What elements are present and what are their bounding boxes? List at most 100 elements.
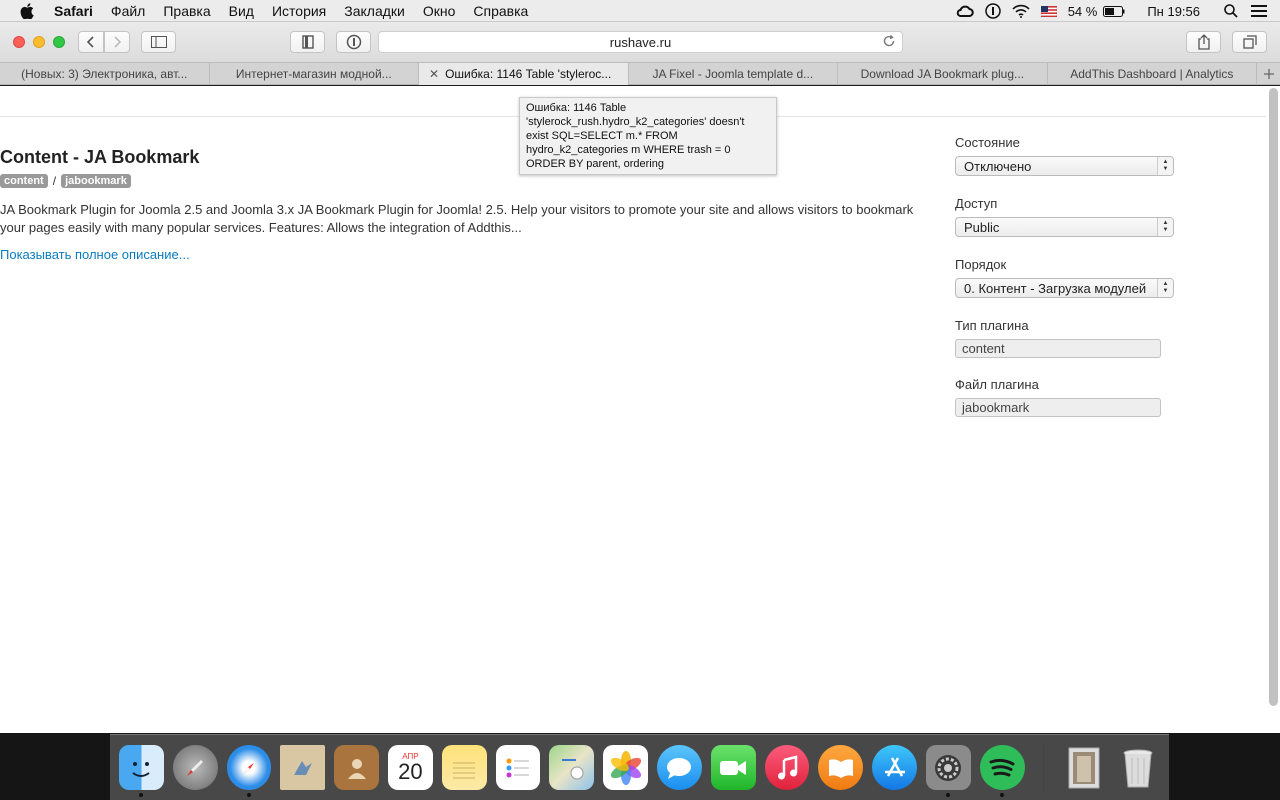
- order-group: Порядок 0. Контент - Загрузка модулей ▲ ▼: [955, 257, 1185, 318]
- menu-edit[interactable]: Правка: [163, 3, 210, 19]
- order-select[interactable]: 0. Контент - Загрузка модулей ▲ ▼: [955, 278, 1174, 298]
- address-bar[interactable]: rushave.ru: [378, 31, 903, 53]
- show-full-description-link[interactable]: Показывать полное описание...: [0, 247, 190, 262]
- chevron-right-icon: [114, 36, 122, 48]
- notes-icon[interactable]: [441, 745, 487, 790]
- reminders-icon[interactable]: [495, 745, 541, 790]
- window-close-button[interactable]: [13, 36, 25, 48]
- new-tab-button[interactable]: [1257, 63, 1280, 85]
- reload-icon[interactable]: [882, 34, 896, 51]
- battery-icon[interactable]: [1103, 0, 1125, 22]
- plugin-file-label: Файл плагина: [955, 377, 1039, 392]
- select-arrows-icon: ▲ ▼: [1157, 157, 1173, 175]
- tab-label: JA Fixel - Joomla template d...: [652, 67, 814, 81]
- dock-separator: [1042, 743, 1044, 792]
- menu-window[interactable]: Окно: [423, 3, 456, 19]
- back-button[interactable]: [78, 31, 104, 53]
- select-arrows-icon: ▲ ▼: [1157, 218, 1173, 236]
- apple-icon[interactable]: [20, 2, 34, 19]
- tab-label: (Новых: 3) Электроника, авт...: [21, 67, 188, 81]
- running-indicator: [246, 793, 251, 797]
- tab-item[interactable]: Интернет-магазин модной...: [210, 63, 420, 85]
- contacts-icon[interactable]: [334, 745, 379, 790]
- safari-icon[interactable]: [226, 745, 272, 797]
- tab-item[interactable]: AddThis Dashboard | Analytics: [1048, 63, 1258, 85]
- one-password-icon[interactable]: [982, 0, 1004, 22]
- badge-element: jabookmark: [61, 174, 131, 188]
- creative-cloud-icon[interactable]: [954, 0, 976, 22]
- window-zoom-button[interactable]: [53, 36, 65, 48]
- plugin-type-field: content: [955, 339, 1161, 358]
- tab-item[interactable]: JA Fixel - Joomla template d...: [629, 63, 839, 85]
- status-group: Состояние Отключено ▲ ▼: [955, 135, 1185, 196]
- plugin-description: JA Bookmark Plugin for Joomla 2.5 and Jo…: [0, 202, 914, 235]
- ibooks-icon[interactable]: [818, 745, 864, 790]
- forward-button[interactable]: [104, 31, 130, 53]
- calendar-icon[interactable]: АПР 20: [387, 745, 433, 790]
- plugin-settings: Состояние Отключено ▲ ▼ Доступ Public ▲ ▼ …: [955, 135, 1185, 436]
- facetime-icon[interactable]: [710, 745, 756, 790]
- plugin-tags: content / jabookmark: [0, 174, 131, 188]
- select-arrows-icon: ▲ ▼: [1157, 279, 1173, 297]
- notification-center-icon[interactable]: [1248, 0, 1270, 22]
- spotify-icon[interactable]: [979, 745, 1025, 797]
- window-controls: [13, 36, 73, 48]
- error-tooltip: Ошибка: 1146 Table 'stylerock_rush.hydro…: [519, 97, 777, 175]
- running-indicator: [999, 793, 1004, 797]
- mail-icon[interactable]: [280, 745, 326, 790]
- tab-item[interactable]: (Новых: 3) Электроника, авт...: [0, 63, 210, 85]
- access-select[interactable]: Public ▲ ▼: [955, 217, 1174, 237]
- system-preferences-icon[interactable]: [925, 745, 971, 797]
- tab-item-active[interactable]: ✕ Ошибка: 1146 Table 'styleroc...: [419, 63, 629, 85]
- status-label: Состояние: [955, 135, 1020, 150]
- calendar-day: 20: [398, 759, 423, 784]
- trash-icon[interactable]: [1115, 745, 1160, 790]
- menu-safari[interactable]: Safari: [54, 3, 93, 19]
- status-value: Отключено: [964, 158, 1032, 174]
- app-store-icon[interactable]: [872, 745, 917, 790]
- plus-icon: [1263, 69, 1274, 79]
- clock[interactable]: Пн 19:56: [1147, 4, 1200, 19]
- tab-overview-button[interactable]: [1232, 31, 1267, 53]
- tab-label: Интернет-магазин модной...: [235, 67, 392, 81]
- sidebar-icon: [150, 36, 167, 48]
- messages-icon[interactable]: [656, 745, 702, 790]
- downloads-icon[interactable]: [1062, 745, 1107, 790]
- maps-icon[interactable]: [549, 745, 595, 790]
- share-icon: [1197, 34, 1210, 50]
- bookmark-icon: [301, 35, 314, 49]
- badge-content: content: [0, 174, 48, 188]
- tab-label: Download JA Bookmark plug...: [860, 67, 1025, 81]
- plugin-title: Content - JA Bookmark: [0, 147, 200, 167]
- tab-label: AddThis Dashboard | Analytics: [1070, 67, 1234, 81]
- flag-icon[interactable]: [1038, 0, 1060, 22]
- password-button[interactable]: [336, 31, 371, 53]
- sidebar-toggle-button[interactable]: [141, 31, 176, 53]
- wifi-icon[interactable]: [1010, 0, 1032, 22]
- launchpad-icon[interactable]: [172, 745, 218, 790]
- spotlight-icon[interactable]: [1220, 0, 1242, 22]
- running-indicator: [945, 793, 950, 797]
- share-button[interactable]: [1186, 31, 1221, 53]
- status-select[interactable]: Отключено ▲ ▼: [955, 156, 1174, 176]
- menu-history[interactable]: История: [272, 3, 326, 19]
- reader-button[interactable]: [290, 31, 325, 53]
- type-group: Тип плагина content: [955, 318, 1185, 377]
- web-page: Content - JA Bookmark content / jabookma…: [0, 86, 1280, 733]
- tab-item[interactable]: Download JA Bookmark plug...: [838, 63, 1048, 85]
- menu-file[interactable]: Файл: [111, 3, 145, 19]
- tab-close-icon[interactable]: ✕: [429, 67, 439, 81]
- chevron-left-icon: [86, 36, 94, 48]
- photos-icon[interactable]: [603, 745, 648, 790]
- menu-bookmarks[interactable]: Закладки: [344, 3, 405, 19]
- plugin-type-label: Тип плагина: [955, 318, 1029, 333]
- menu-help[interactable]: Справка: [473, 3, 528, 19]
- address-text: rushave.ru: [609, 34, 672, 50]
- file-group: Файл плагина jabookmark: [955, 377, 1185, 436]
- window-minimize-button[interactable]: [33, 36, 45, 48]
- running-indicator: [139, 793, 143, 797]
- finder-icon[interactable]: [119, 745, 164, 797]
- itunes-icon[interactable]: [764, 745, 810, 790]
- menu-view[interactable]: Вид: [229, 3, 254, 19]
- scrollbar[interactable]: [1269, 88, 1278, 706]
